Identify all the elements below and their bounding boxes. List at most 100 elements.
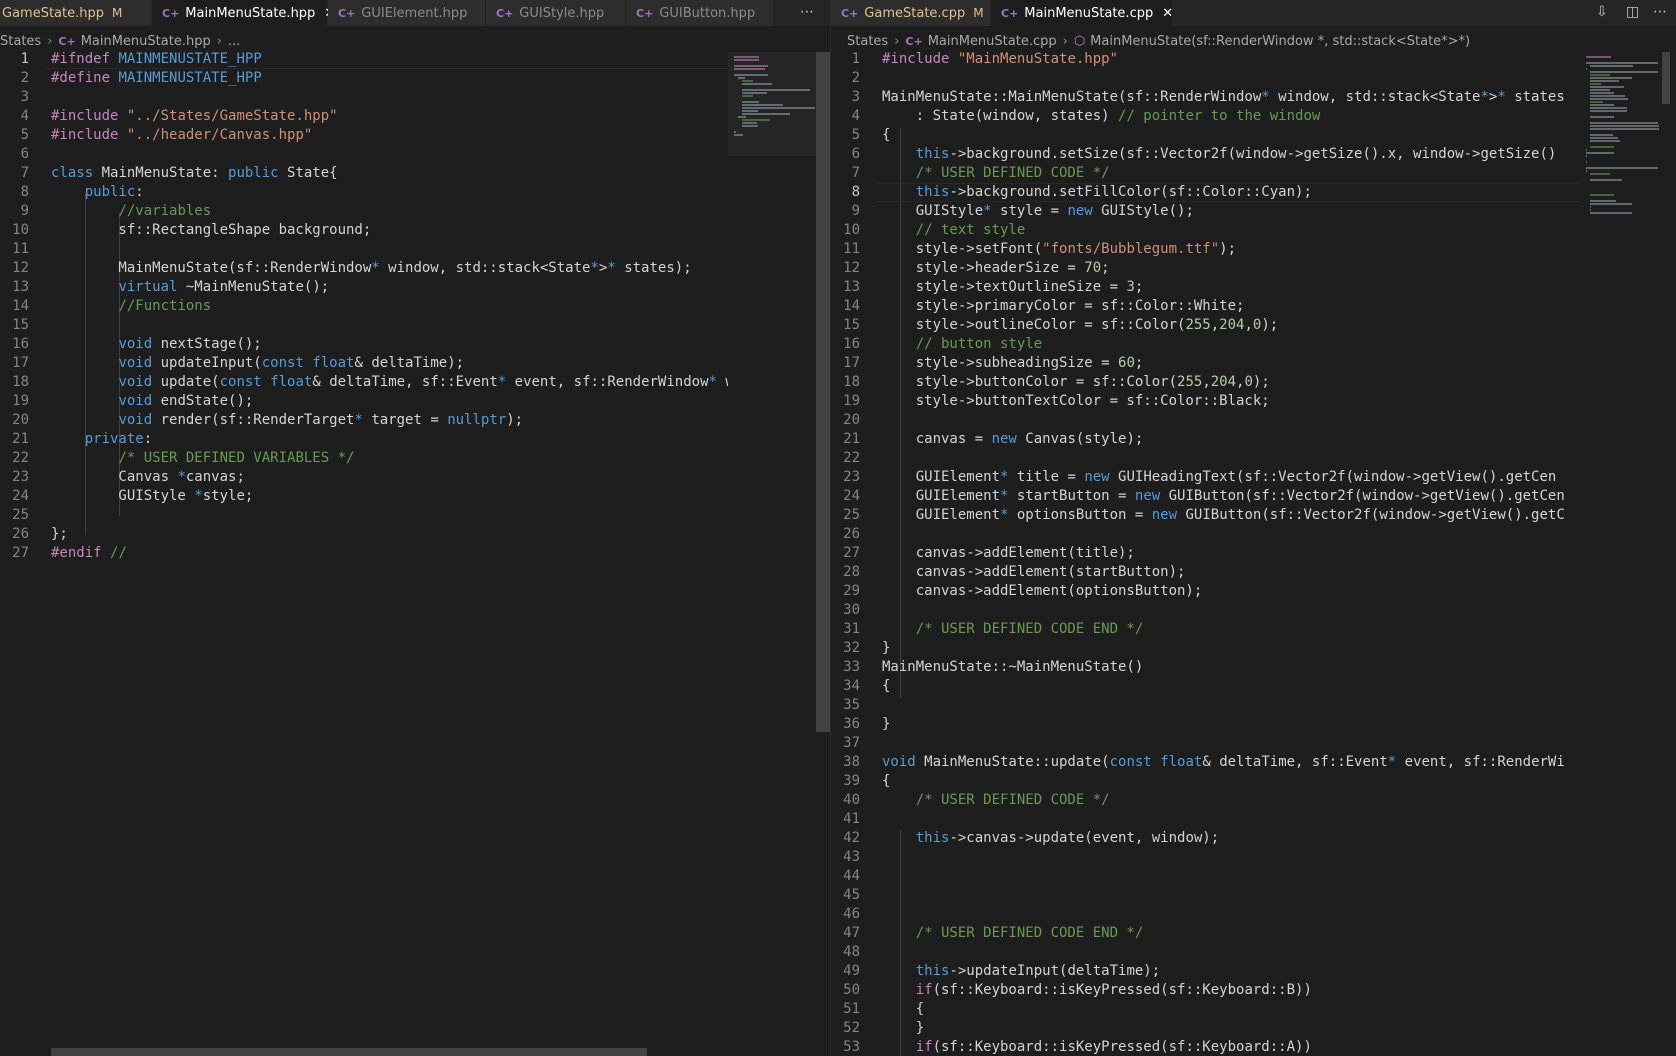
vertical-scrollbar[interactable]	[816, 52, 830, 732]
code-editor-left[interactable]: 1 #ifndef MAINMENUSTATE_HPP 2 #define MAINM…	[0, 52, 728, 1056]
breadcrumb-folder[interactable]: States	[0, 34, 41, 49]
code-line[interactable]: 45	[831, 886, 1580, 905]
code-line[interactable]: 22 /* USER DEFINED VARIABLES */	[0, 449, 728, 468]
breadcrumb-symbol[interactable]: MainMenuState(sf::RenderWindow *, std::s…	[1090, 34, 1470, 49]
code-line[interactable]: 12 MainMenuState(sf::RenderWindow* windo…	[0, 259, 728, 278]
code-line[interactable]: 53 if(sf::Keyboard::isKeyPressed(sf::Key…	[831, 1038, 1580, 1056]
code-line[interactable]: 25	[0, 506, 728, 525]
code-line[interactable]: 24 GUIStyle *style;	[0, 487, 728, 506]
code-line[interactable]: 36}	[831, 715, 1580, 734]
code-line[interactable]: 17 style->subheadingSize = 60;	[831, 354, 1580, 373]
code-line[interactable]: 34 {	[831, 677, 1580, 696]
code-line[interactable]: 26	[831, 525, 1580, 544]
code-line[interactable]: 4 #include "../States/GameState.hpp"	[0, 107, 728, 126]
code-line[interactable]: 38 void MainMenuState::update(const float…	[831, 753, 1580, 772]
code-line[interactable]: 33 MainMenuState::~MainMenuState()	[831, 658, 1580, 677]
breadcrumb-file[interactable]: MainMenuState.cpp	[928, 34, 1057, 49]
code-line[interactable]: 31 /* USER DEFINED CODE END */	[831, 620, 1580, 639]
code-editor-right[interactable]: 1 #include "MainMenuState.hpp" 2 3 MainMenuS…	[831, 52, 1580, 1056]
code-line[interactable]: 46	[831, 905, 1580, 924]
code-line[interactable]: 43	[831, 848, 1580, 867]
code-line[interactable]: 39 {	[831, 772, 1580, 791]
code-line[interactable]: 21 canvas = new Canvas(style);	[831, 430, 1580, 449]
close-icon[interactable]: ✕	[1162, 6, 1173, 21]
code-line[interactable]: 19 style->buttonTextColor = sf::Color::B…	[831, 392, 1580, 411]
code-line[interactable]: 26};	[0, 525, 728, 544]
ellipsis-icon[interactable]: ⋯	[800, 4, 814, 20]
breadcrumb-file[interactable]: MainMenuState.hpp	[81, 34, 211, 49]
code-line[interactable]: 44	[831, 867, 1580, 886]
breadcrumb-folder[interactable]: States	[847, 34, 888, 49]
code-line[interactable]: 28 canvas->addElement(startButton);	[831, 563, 1580, 582]
code-line[interactable]: 14 style->primaryColor = sf::Color::Whit…	[831, 297, 1580, 316]
tab-gamestate-hpp[interactable]: GameState.hpp M	[0, 0, 152, 26]
code-line[interactable]: 13 style->textOutlineSize = 3;	[831, 278, 1580, 297]
vertical-scrollbar[interactable]	[1662, 52, 1670, 104]
code-line[interactable]: 6 this->background.setSize(sf::Vector2f(…	[831, 145, 1580, 164]
tab-mainmenustate-hpp[interactable]: C+ MainMenuState.hpp ✕	[152, 0, 335, 26]
code-line[interactable]: 9 GUIStyle* style = new GUIStyle();	[831, 202, 1580, 221]
code-line[interactable]: 50 if(sf::Keyboard::isKeyPressed(sf::Key…	[831, 981, 1580, 1000]
code-line[interactable]: 49 this->updateInput(deltaTime);	[831, 962, 1580, 981]
code-line[interactable]: 8 public:	[0, 183, 728, 202]
code-line[interactable]: 47 /* USER DEFINED CODE END */	[831, 924, 1580, 943]
code-line[interactable]: 13 virtual ~MainMenuState();	[0, 278, 728, 297]
code-line[interactable]: 23 GUIElement* title = new GUIHeadingTex…	[831, 468, 1580, 487]
code-line[interactable]: 5{	[831, 126, 1580, 145]
code-line[interactable]: 10 // text style	[831, 221, 1580, 240]
code-line[interactable]: 22	[831, 449, 1580, 468]
code-line[interactable]: 35	[831, 696, 1580, 715]
code-line[interactable]: 42 this->canvas->update(event, window);	[831, 829, 1580, 848]
code-line[interactable]: 16 void nextStage();	[0, 335, 728, 354]
split-editor-icon[interactable]: ◫	[1626, 4, 1639, 20]
code-line[interactable]: 8 this->background.setFillColor(sf::Colo…	[831, 183, 1580, 202]
code-line[interactable]: 2	[831, 69, 1580, 88]
code-line[interactable]: 29 canvas->addElement(optionsButton);	[831, 582, 1580, 601]
code-line[interactable]: 18 void update(const float& deltaTime, s…	[0, 373, 728, 392]
code-line[interactable]: 16 // button style	[831, 335, 1580, 354]
tab-gamestate-cpp[interactable]: C+ GameState.cpp M	[831, 0, 991, 26]
code-line[interactable]: 9 //variables	[0, 202, 728, 221]
code-line[interactable]: 23 Canvas *canvas;	[0, 468, 728, 487]
minimap-left[interactable]	[728, 52, 816, 156]
code-line[interactable]: 27 canvas->addElement(title);	[831, 544, 1580, 563]
code-line[interactable]: 11 style->setFont("fonts/Bubblegum.ttf")…	[831, 240, 1580, 259]
tab-guistyle-hpp[interactable]: C+ GUIStyle.hpp	[486, 0, 626, 26]
code-line[interactable]: 1 #ifndef MAINMENUSTATE_HPP	[0, 52, 728, 69]
code-line[interactable]: 27 #endif //	[0, 544, 728, 563]
code-line[interactable]: 40 /* USER DEFINED CODE */	[831, 791, 1580, 810]
code-line[interactable]: 52 }	[831, 1019, 1580, 1038]
code-line[interactable]: 20 void render(sf::RenderTarget* target …	[0, 411, 728, 430]
code-line[interactable]: 25 GUIElement* optionsButton = new GUIBu…	[831, 506, 1580, 525]
code-line[interactable]: 24 GUIElement* startButton = new GUIButt…	[831, 487, 1580, 506]
code-line[interactable]: 11	[0, 240, 728, 259]
minimap-right[interactable]	[1580, 52, 1662, 232]
code-line[interactable]: 7 /* USER DEFINED CODE */	[831, 164, 1580, 183]
code-line[interactable]: 37	[831, 734, 1580, 753]
code-line[interactable]: 30	[831, 601, 1580, 620]
code-line[interactable]: 4 : State(window, states) // pointer to …	[831, 107, 1580, 126]
code-line[interactable]: 15 style->outlineColor = sf::Color(255,2…	[831, 316, 1580, 335]
code-line[interactable]: 15	[0, 316, 728, 335]
code-line[interactable]: 41	[831, 810, 1580, 829]
code-line[interactable]: 32}	[831, 639, 1580, 658]
code-line[interactable]: 1 #include "MainMenuState.hpp"	[831, 52, 1580, 69]
code-line[interactable]: 3 MainMenuState::MainMenuState(sf::Render…	[831, 88, 1580, 107]
code-line[interactable]: 12 style->headerSize = 70;	[831, 259, 1580, 278]
code-line[interactable]: 51 {	[831, 1000, 1580, 1019]
code-line[interactable]: 2 #define MAINMENUSTATE_HPP	[0, 69, 728, 88]
tab-guielement-hpp[interactable]: C+ GUIElement.hpp	[328, 0, 486, 26]
code-line[interactable]: 14 //Functions	[0, 297, 728, 316]
horizontal-scrollbar[interactable]	[51, 1048, 647, 1056]
ellipsis-icon[interactable]: ⋯	[1653, 4, 1667, 20]
code-line[interactable]: 10 sf::RectangleShape background;	[0, 221, 728, 240]
tab-mainmenustate-cpp[interactable]: C+ MainMenuState.cpp ✕	[991, 0, 1173, 26]
code-line[interactable]: 6	[0, 145, 728, 164]
code-line[interactable]: 7 class MainMenuState: public State{	[0, 164, 728, 183]
code-line[interactable]: 21 private:	[0, 430, 728, 449]
code-line[interactable]: 48	[831, 943, 1580, 962]
open-changes-icon[interactable]: ⇩	[1596, 4, 1608, 20]
code-line[interactable]: 17 void updateInput(const float& deltaTi…	[0, 354, 728, 373]
code-line[interactable]: 3	[0, 88, 728, 107]
code-line[interactable]: 20	[831, 411, 1580, 430]
